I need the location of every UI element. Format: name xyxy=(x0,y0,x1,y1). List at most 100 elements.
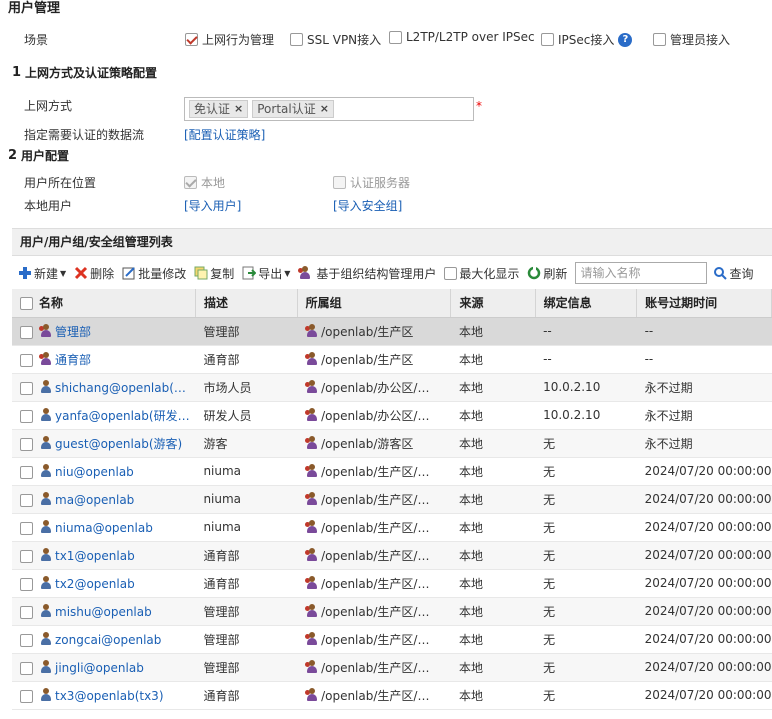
tag-close-icon[interactable]: × xyxy=(320,101,329,117)
row-checkbox[interactable] xyxy=(20,577,33,591)
row-checkbox[interactable] xyxy=(20,353,33,367)
cell-group: /openlab/生产区/… xyxy=(297,485,451,514)
row-name-link[interactable]: zongcai@openlab xyxy=(55,633,161,647)
row-name-link[interactable]: 通育部 xyxy=(55,353,91,367)
help-icon[interactable]: ? xyxy=(618,32,633,47)
cell-desc: 管理部 xyxy=(195,597,298,626)
table-row[interactable]: 管理部 管理部/openlab/生产区 本地 -- -- xyxy=(12,317,772,346)
row-checkbox[interactable] xyxy=(20,465,33,479)
col-desc[interactable]: 描述 xyxy=(195,289,298,318)
batch-edit-button[interactable]: 批量修改 xyxy=(122,265,186,282)
cell-desc: 通育部 xyxy=(195,345,298,374)
location-local-option[interactable]: 本地 xyxy=(184,174,225,191)
row-checkbox[interactable] xyxy=(20,661,33,675)
col-group[interactable]: 所属组 xyxy=(297,289,452,318)
row-name-link[interactable]: tx1@openlab xyxy=(55,549,135,563)
cell-name: shichang@openlab(… xyxy=(12,373,196,402)
table-row[interactable]: jingli@openlab 管理部/openlab/生产区/… 本地无 2024/0… xyxy=(12,653,772,682)
table-row[interactable]: niu@openlab niuma/openlab/生产区/… 本地无 2024/07… xyxy=(12,457,772,486)
required-mark: * xyxy=(476,99,482,113)
table-row[interactable]: tx1@openlab 通育部/openlab/生产区/… 本地无 2024/07/2… xyxy=(12,541,772,570)
checkbox[interactable] xyxy=(444,266,458,280)
scene-option-sslvpn[interactable]: SSL VPN接入 xyxy=(290,31,381,48)
row-name-link[interactable]: guest@openlab(游客) xyxy=(55,437,182,451)
cell-name: yanfa@openlab(研发… xyxy=(12,401,196,430)
row-checkbox[interactable] xyxy=(20,633,33,647)
maximize-toggle[interactable]: 最大化显示 xyxy=(444,265,519,282)
table-row[interactable]: tx2@openlab 通育部/openlab/生产区/… 本地无 2024/07/2… xyxy=(12,569,772,598)
scene-option-admin[interactable]: 管理员接入 xyxy=(653,31,730,48)
checkbox[interactable] xyxy=(333,176,346,189)
row-name-link[interactable]: shichang@openlab(… xyxy=(55,381,186,395)
group-icon xyxy=(305,435,319,450)
cell-expire: 2024/07/20 00:00:00 xyxy=(636,569,772,598)
import-group-link[interactable]: [导入安全组] xyxy=(333,197,402,214)
group-icon xyxy=(305,603,319,618)
location-server-option[interactable]: 认证服务器 xyxy=(333,174,410,191)
row-name-link[interactable]: tx2@openlab xyxy=(55,577,135,591)
col-expire[interactable]: 账号过期时间 xyxy=(636,289,772,318)
cell-expire: 2024/07/20 00:00:00 xyxy=(636,625,772,654)
row-name-link[interactable]: tx3@openlab(tx3) xyxy=(55,689,164,703)
row-name-link[interactable]: niuma@openlab xyxy=(55,521,153,535)
row-checkbox[interactable] xyxy=(20,381,33,395)
scene-option-ipsec[interactable]: IPSec接入 ? xyxy=(541,31,633,48)
user-icon xyxy=(39,687,53,702)
new-button[interactable]: 新建 ▼ xyxy=(18,265,66,282)
checkbox[interactable] xyxy=(290,33,303,46)
query-button[interactable]: 查询 xyxy=(713,265,753,282)
row-checkbox[interactable] xyxy=(20,437,33,451)
toolbar: 新建 ▼ 删除 批量修改 复制 导出 ▼ 基于组织结构管理用户 最大化显示 刷新… xyxy=(12,258,772,288)
checkbox[interactable] xyxy=(184,176,197,189)
cell-source: 本地 xyxy=(450,485,536,514)
copy-button[interactable]: 复制 xyxy=(194,265,234,282)
row-name-link[interactable]: niu@openlab xyxy=(55,465,134,479)
cell-bind: 无 xyxy=(535,597,637,626)
col-name[interactable]: 名称 xyxy=(12,289,196,318)
row-name-link[interactable]: jingli@openlab xyxy=(55,661,144,675)
checkbox[interactable] xyxy=(653,33,666,46)
table-row[interactable]: guest@openlab(游客) 游客/openlab/游客区 本地无永不过期 xyxy=(12,429,772,458)
table-row[interactable]: ma@openlab niuma/openlab/生产区/… 本地无 2024/07/… xyxy=(12,485,772,514)
table-row[interactable]: niuma@openlab niuma/openlab/生产区/… 本地无 2024/… xyxy=(12,513,772,542)
cell-name: niu@openlab xyxy=(12,457,196,486)
checkbox[interactable] xyxy=(389,30,402,44)
row-checkbox[interactable] xyxy=(20,549,33,563)
row-name-link[interactable]: ma@openlab xyxy=(55,493,134,507)
row-checkbox[interactable] xyxy=(20,493,33,507)
row-name-link[interactable]: 管理部 xyxy=(55,325,91,339)
import-user-link[interactable]: [导入用户] xyxy=(184,197,241,214)
row-checkbox[interactable] xyxy=(20,325,33,339)
row-name-link[interactable]: yanfa@openlab(研发… xyxy=(55,409,190,423)
row-checkbox[interactable] xyxy=(20,409,33,423)
cell-desc: 研发人员 xyxy=(195,401,298,430)
checkbox[interactable] xyxy=(185,33,198,46)
col-source[interactable]: 来源 xyxy=(450,289,536,318)
table-row[interactable]: tx3@openlab(tx3) 通育部/openlab/生产区/… 本地无 2024… xyxy=(12,681,772,710)
cell-expire: 2024/07/20 00:00:00 xyxy=(636,653,772,682)
table-row[interactable]: shichang@openlab(… 市场人员/openlab/办公区/… 本地 10… xyxy=(12,373,772,402)
row-checkbox[interactable] xyxy=(20,605,33,619)
access-mode-tagbox[interactable]: 免认证 × Portal认证 × xyxy=(184,97,474,121)
table-row[interactable]: 通育部 通育部/openlab/生产区 本地 -- -- xyxy=(12,345,772,374)
scene-option-l2tp[interactable]: L2TP/L2TP over IPSec xyxy=(389,30,535,44)
table-row[interactable]: mishu@openlab 管理部/openlab/生产区/… 本地无 2024/07… xyxy=(12,597,772,626)
select-all-checkbox[interactable] xyxy=(20,297,33,311)
refresh-button[interactable]: 刷新 xyxy=(527,265,567,282)
table-row[interactable]: yanfa@openlab(研发… 研发人员/openlab/办公区/… 本地 10.… xyxy=(12,401,772,430)
cell-bind: 无 xyxy=(535,485,637,514)
table-row[interactable]: zongcai@openlab 管理部/openlab/生产区/… 本地无 2024/… xyxy=(12,625,772,654)
row-checkbox[interactable] xyxy=(20,689,33,703)
cell-name: zongcai@openlab xyxy=(12,625,196,654)
export-button[interactable]: 导出 ▼ xyxy=(242,265,290,282)
col-bind[interactable]: 绑定信息 xyxy=(535,289,638,318)
delete-button[interactable]: 删除 xyxy=(74,265,114,282)
config-auth-policy-link[interactable]: [配置认证策略] xyxy=(184,126,265,143)
scene-option-behavior[interactable]: 上网行为管理 xyxy=(185,31,274,48)
row-checkbox[interactable] xyxy=(20,521,33,535)
tag-close-icon[interactable]: × xyxy=(234,101,243,117)
row-name-link[interactable]: mishu@openlab xyxy=(55,605,152,619)
org-manage-button[interactable]: 基于组织结构管理用户 xyxy=(298,265,436,282)
search-input[interactable]: 请输入名称 xyxy=(575,262,708,284)
checkbox[interactable] xyxy=(541,33,554,46)
